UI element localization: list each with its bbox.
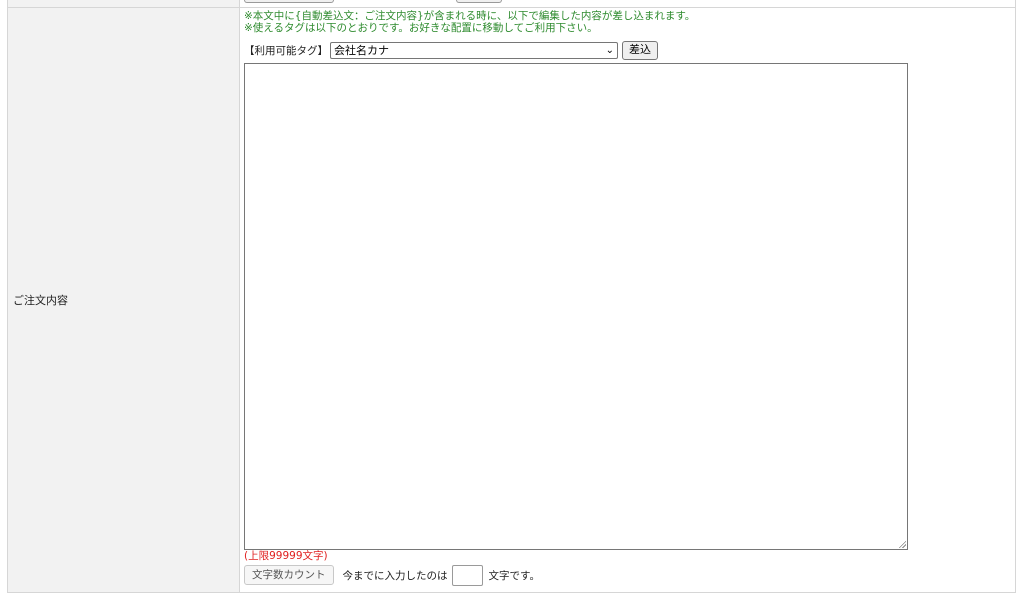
- note-line-2: ※使えるタグは以下のとおりです。お好きな配置に移動してご利用下さい。: [244, 22, 598, 34]
- chevron-down-icon: ⌄: [605, 44, 614, 56]
- available-tags-label: 【利用可能タグ】: [244, 44, 328, 57]
- previous-row: [7, 0, 1016, 8]
- previous-row-button[interactable]: [456, 0, 502, 3]
- insert-button[interactable]: 差込: [622, 40, 658, 60]
- char-count-button[interactable]: 文字数カウント: [244, 565, 334, 585]
- tag-select[interactable]: 会社名カナ ⌄: [330, 41, 618, 59]
- previous-row-label-cell: [7, 0, 240, 8]
- resize-grip-icon[interactable]: [898, 540, 906, 548]
- char-count-prefix: 今までに入力したのは: [342, 569, 448, 582]
- tag-select-value: 会社名カナ: [334, 43, 389, 57]
- char-count-row: 文字数カウント 今までに入力したのは 文字です。: [244, 564, 540, 586]
- tag-row: 【利用可能タグ】 会社名カナ ⌄ 差込: [244, 40, 658, 60]
- previous-row-input[interactable]: [244, 0, 334, 3]
- previous-row-value-cell: [239, 0, 1016, 8]
- field-label: ご注文内容: [13, 294, 68, 307]
- field-content: ※本文中に{自動差込文：ご注文内容}が含まれる時に、以下で編集した内容が差し込ま…: [244, 10, 944, 60]
- form-page: ご注文内容 ※本文中に{自動差込文：ご注文内容}が含まれる時に、以下で編集した内…: [0, 0, 1024, 593]
- char-count-suffix: 文字です。: [488, 569, 540, 582]
- order-content-textarea[interactable]: [244, 63, 908, 550]
- char-count-field: [451, 564, 483, 586]
- char-limit-note: (上限99999文字): [244, 550, 328, 562]
- note-line-1: ※本文中に{自動差込文：ご注文内容}が含まれる時に、以下で編集した内容が差し込ま…: [244, 10, 696, 22]
